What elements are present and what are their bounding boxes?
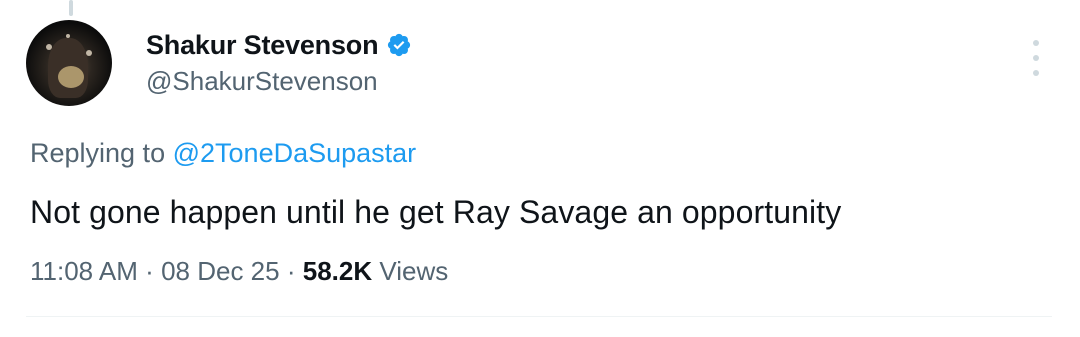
replying-prefix: Replying to — [30, 138, 166, 168]
meta-separator: · — [145, 256, 154, 286]
tweet-text: Not gone happen until he get Ray Savage … — [30, 194, 842, 230]
reply-mention-link[interactable]: @2ToneDaSupastar — [173, 138, 417, 168]
display-name[interactable]: Shakur Stevenson — [146, 30, 379, 61]
replying-to-line: Replying to @2ToneDaSupastar — [30, 138, 416, 169]
meta-separator: · — [286, 256, 296, 286]
thread-connector-line — [69, 0, 73, 16]
user-handle[interactable]: @ShakurStevenson — [146, 66, 412, 97]
tweet-meta: 11:08 AM · 08 Dec 25 · 58.2K Views — [30, 256, 448, 287]
divider — [26, 316, 1052, 317]
views-count[interactable]: 58.2K — [303, 256, 372, 286]
avatar-glint — [66, 34, 70, 38]
avatar[interactable] — [26, 20, 112, 106]
verified-badge-icon[interactable] — [386, 32, 412, 58]
more-dot — [1033, 55, 1039, 61]
more-options-icon[interactable] — [1026, 40, 1046, 76]
tweet-date[interactable]: 08 Dec 25 — [161, 256, 280, 286]
tweet-time[interactable]: 11:08 AM — [30, 256, 138, 286]
more-dot — [1033, 40, 1039, 46]
avatar-belt — [58, 66, 84, 88]
avatar-glint — [86, 50, 92, 56]
avatar-glint — [46, 44, 52, 50]
views-label: Views — [379, 256, 449, 286]
more-dot — [1033, 70, 1039, 76]
name-row: Shakur Stevenson — [146, 28, 412, 62]
tweet-header: Shakur Stevenson @ShakurStevenson — [146, 28, 412, 97]
